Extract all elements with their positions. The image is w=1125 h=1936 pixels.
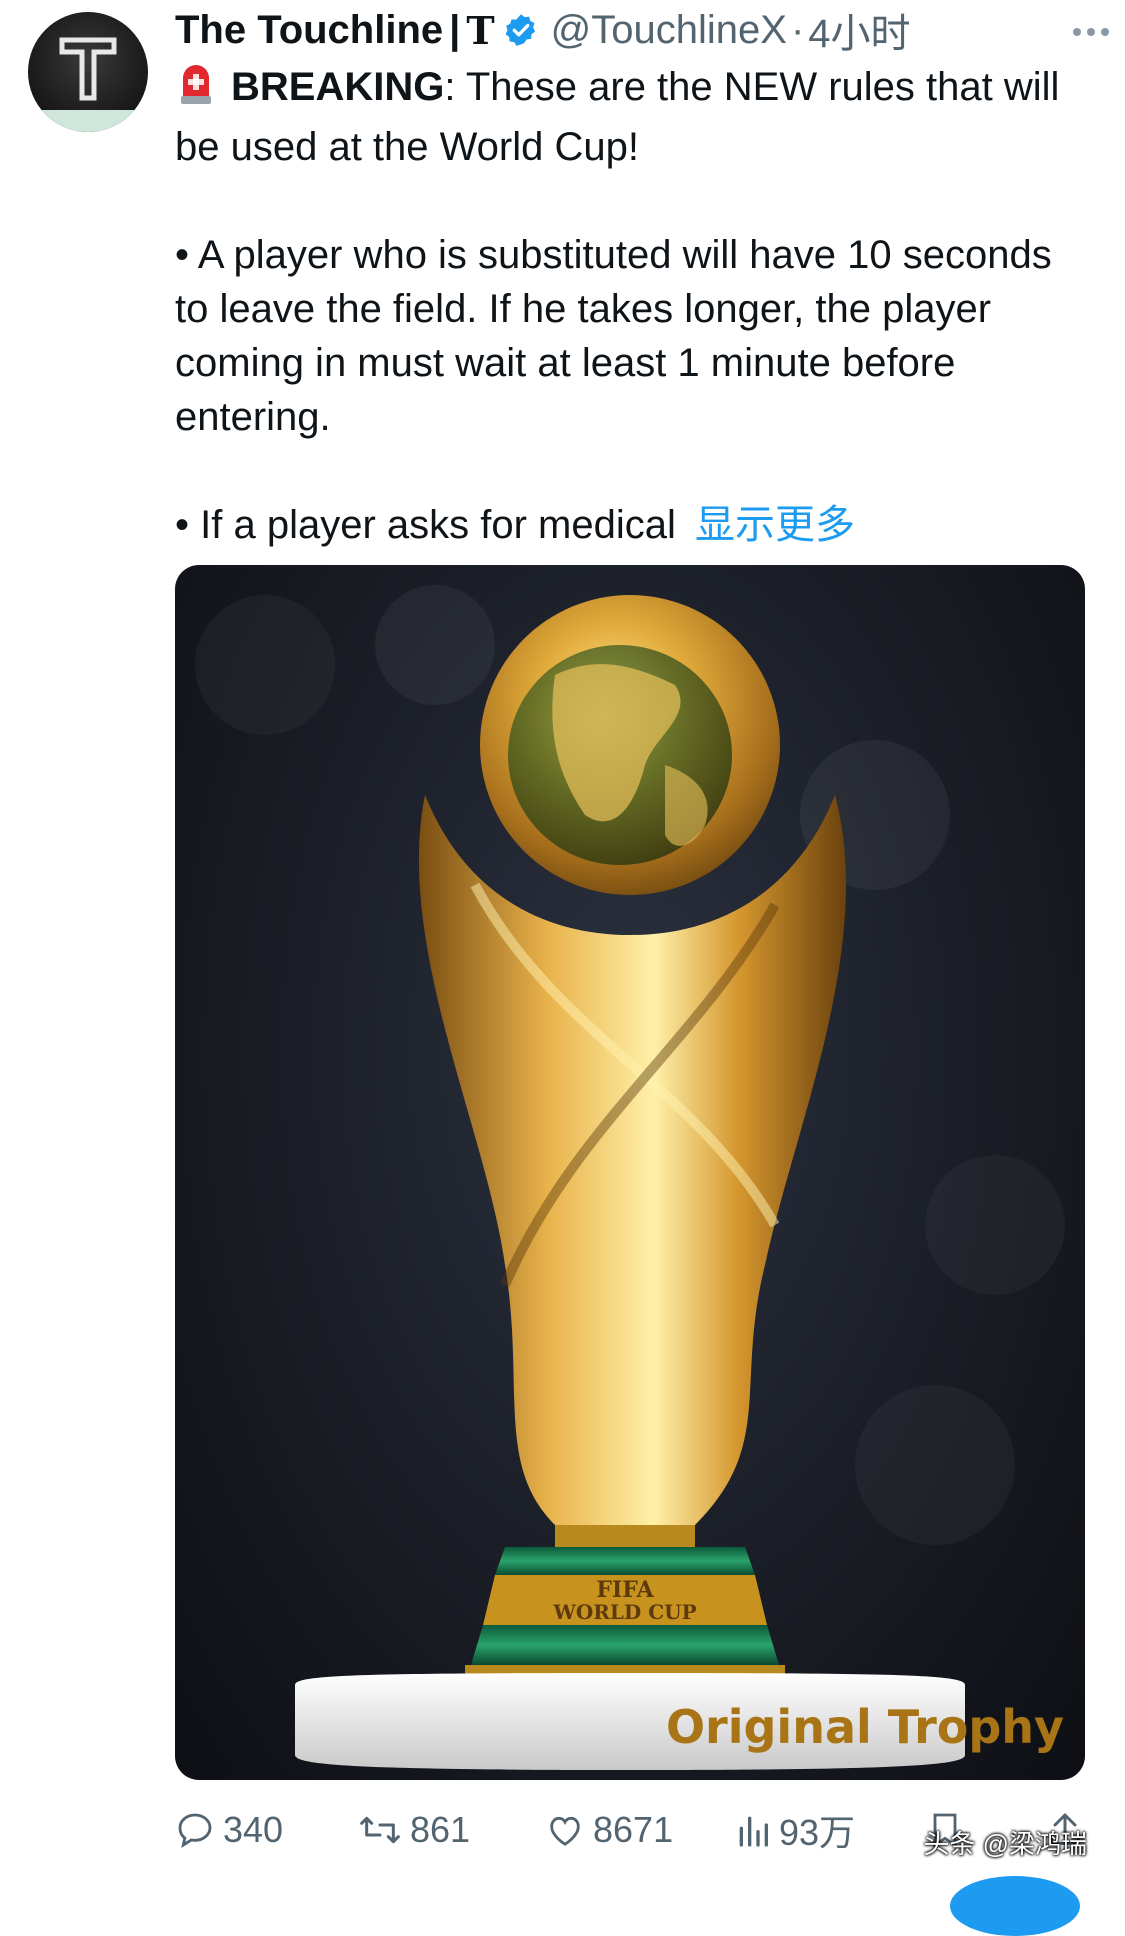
reply-count: 340: [223, 1809, 284, 1850]
watermark: 头条 @梁鸿瑞: [923, 1829, 1087, 1859]
views-icon: [739, 1816, 768, 1847]
breaking-label: BREAKING: [231, 65, 445, 109]
siren-icon: [175, 60, 217, 120]
reply-button[interactable]: 340: [175, 1800, 283, 1860]
touchline-logo-icon: [59, 37, 117, 101]
world-cup-trophy-image: FIFA WORLD CUP Original Trophy: [195, 585, 1065, 1770]
repost-count: 861: [410, 1809, 471, 1850]
like-button[interactable]: 8671: [545, 1800, 673, 1860]
rule-2-line: • If a player asks for medical 显示更多: [175, 498, 1095, 552]
rule-1-text: • A player who is substituted will have …: [175, 233, 1052, 439]
views-button[interactable]: 93万: [735, 1800, 855, 1860]
trophy-base-text: Original Trophy: [666, 1700, 1064, 1754]
display-name[interactable]: The Touchline: [175, 8, 443, 53]
floating-button-edge[interactable]: [950, 1876, 1080, 1936]
handle[interactable]: @TouchlineX: [551, 8, 787, 53]
tweet-headline: BREAKING: These are the NEW rules that w…: [175, 60, 1095, 174]
avatar[interactable]: [28, 12, 148, 132]
trophy-band-worldcup-text: WORLD CUP: [552, 1600, 696, 1624]
tweet-media-image[interactable]: FIFA WORLD CUP Original Trophy: [175, 565, 1085, 1780]
name-logo-letter: T: [466, 7, 495, 53]
like-count: 8671: [593, 1809, 674, 1850]
timestamp[interactable]: 4小时: [808, 1, 910, 59]
repost-icon: [360, 1816, 400, 1844]
reply-icon: [178, 1813, 212, 1848]
verified-badge-icon: [503, 12, 539, 48]
tweet-header: The Touchline | T @TouchlineX · 4小时: [175, 2, 1105, 58]
like-icon: [550, 1816, 580, 1846]
meta-dot: ·: [790, 7, 805, 52]
rule-2-text: • If a player asks for medical: [175, 503, 676, 547]
name-separator: |: [449, 7, 461, 52]
more-icon[interactable]: [1069, 10, 1113, 59]
views-count: 93万: [779, 1812, 856, 1853]
tweet-text: BREAKING: These are the NEW rules that w…: [175, 60, 1095, 552]
repost-button[interactable]: 861: [358, 1800, 470, 1860]
show-more-link[interactable]: 显示更多: [695, 503, 855, 547]
